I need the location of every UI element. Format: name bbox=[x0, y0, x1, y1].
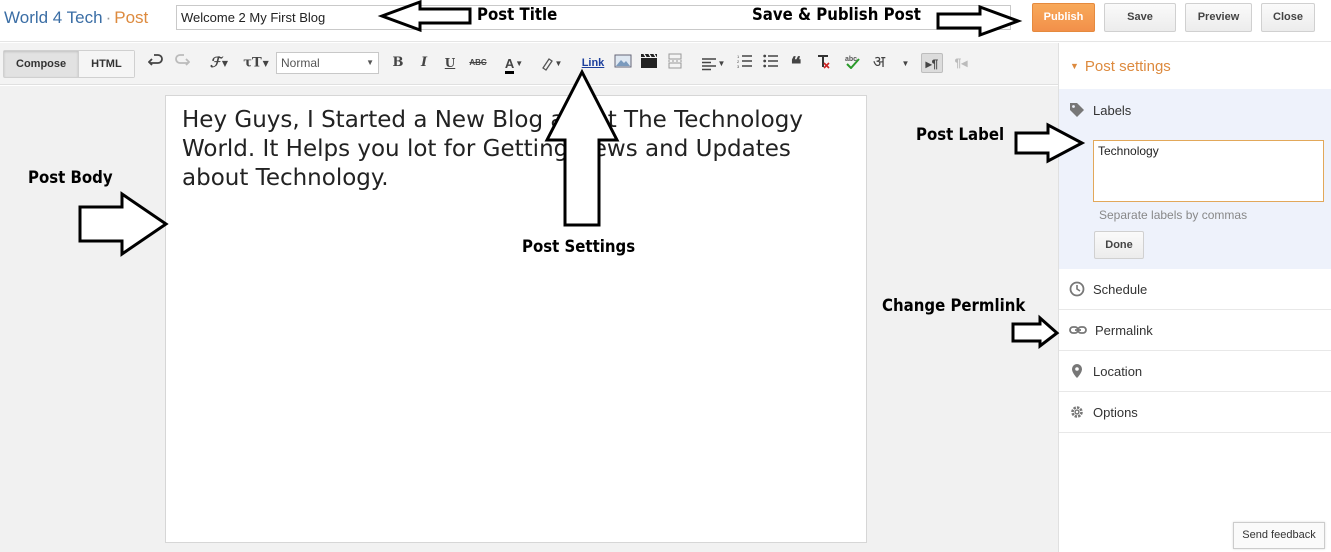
sidebar-item-location[interactable]: Location bbox=[1059, 351, 1331, 392]
annotation-post-body: Post Body bbox=[28, 168, 113, 188]
align-left-icon bbox=[701, 58, 716, 71]
clock-icon bbox=[1069, 281, 1085, 297]
format-select-value: Normal bbox=[281, 56, 320, 70]
transliteration-button[interactable]: अ bbox=[869, 53, 889, 73]
send-feedback-button[interactable]: Send feedback bbox=[1233, 522, 1325, 549]
undo-icon[interactable] bbox=[147, 53, 165, 73]
bullet-list-icon[interactable] bbox=[761, 53, 781, 73]
annotation-post-label: Post Label bbox=[916, 125, 1005, 145]
spellcheck-icon[interactable]: abc bbox=[843, 53, 863, 73]
post-body-editor[interactable]: Hey Guys, I Started a New Blog about The… bbox=[165, 95, 867, 543]
annotation-change-permlink: Change Permlink bbox=[882, 296, 1026, 316]
rtl-direction-button[interactable]: ¶◂ bbox=[950, 53, 972, 73]
font-size-icon[interactable]: τT▼ bbox=[241, 53, 271, 73]
tab-compose[interactable]: Compose bbox=[4, 51, 79, 77]
labels-done-button[interactable]: Done bbox=[1094, 231, 1144, 259]
tag-icon bbox=[1070, 103, 1084, 117]
sidebar-item-label: Schedule bbox=[1093, 281, 1148, 297]
editor-toolbar: Compose HTML ℱ▼ τT▼ Normal ▼ B I U ABC A… bbox=[0, 43, 1058, 85]
save-button[interactable]: Save bbox=[1104, 3, 1176, 32]
labels-title: Labels bbox=[1093, 102, 1132, 118]
jump-break-icon[interactable] bbox=[665, 53, 685, 73]
insert-image-icon[interactable] bbox=[613, 53, 633, 73]
editor-area: Hey Guys, I Started a New Blog about The… bbox=[0, 86, 1058, 552]
blog-name-link[interactable]: World 4 Tech bbox=[4, 8, 103, 27]
link-button[interactable]: Link bbox=[578, 53, 608, 73]
remove-formatting-icon[interactable] bbox=[813, 53, 833, 73]
transliteration-chevron-icon[interactable]: ▼ bbox=[898, 53, 912, 73]
paragraph-ltr-icon: ▸¶ bbox=[925, 57, 939, 71]
tab-html[interactable]: HTML bbox=[78, 51, 134, 77]
publish-button[interactable]: Publish bbox=[1032, 3, 1095, 32]
strikethrough-button[interactable]: ABC bbox=[467, 53, 489, 73]
labels-panel: Labels Technology Separate labels by com… bbox=[1059, 89, 1331, 269]
annotation-post-title: Post Title bbox=[477, 5, 558, 25]
sidebar-item-permalink[interactable]: Permalink bbox=[1059, 310, 1331, 351]
sidebar-item-label: Options bbox=[1093, 404, 1138, 420]
format-select[interactable]: Normal ▼ bbox=[276, 52, 379, 74]
post-body-text[interactable]: Hey Guys, I Started a New Blog about The… bbox=[166, 96, 866, 203]
preview-button[interactable]: Preview bbox=[1185, 3, 1252, 32]
ltr-direction-button[interactable]: ▸¶ bbox=[921, 53, 943, 73]
bold-button[interactable]: B bbox=[390, 53, 406, 73]
sidebar-item-options[interactable]: Options bbox=[1059, 392, 1331, 433]
text-color-icon: A bbox=[504, 57, 515, 74]
labels-input[interactable]: Technology bbox=[1093, 140, 1324, 202]
text-color-button[interactable]: A▼ bbox=[498, 53, 530, 74]
blog-breadcrumb: World 4 Tech · Post bbox=[4, 8, 148, 28]
paragraph-rtl-icon: ¶◂ bbox=[954, 56, 968, 70]
numbered-list-icon[interactable]: 123 bbox=[735, 53, 755, 73]
annotation-save-publish: Save & Publish Post bbox=[752, 5, 921, 25]
location-pin-icon bbox=[1072, 364, 1082, 378]
sidebar-item-label: Permalink bbox=[1095, 322, 1153, 338]
mode-tabs: Compose HTML bbox=[3, 50, 135, 78]
chevron-down-icon: ▼ bbox=[366, 58, 374, 67]
svg-text:3: 3 bbox=[737, 64, 740, 68]
close-button[interactable]: Close bbox=[1261, 3, 1315, 32]
italic-button[interactable]: I bbox=[416, 53, 432, 73]
font-family-icon[interactable]: ℱ▼ bbox=[204, 53, 234, 73]
annotation-post-settings: Post Settings bbox=[522, 237, 636, 257]
quote-icon[interactable]: ❝ bbox=[786, 53, 806, 76]
underline-button[interactable]: U bbox=[442, 53, 458, 73]
labels-row[interactable]: Labels bbox=[1069, 102, 1131, 118]
sidebar-item-label: Location bbox=[1093, 363, 1143, 379]
collapse-triangle-icon: ▼ bbox=[1070, 61, 1079, 71]
editor-header: World 4 Tech·Post Publish Save Preview C… bbox=[0, 0, 1331, 42]
post-settings-title: Post settings bbox=[1084, 58, 1171, 75]
link-icon bbox=[1069, 326, 1087, 334]
highlight-color-button[interactable]: ▼ bbox=[535, 53, 567, 73]
redo-icon[interactable] bbox=[173, 53, 191, 73]
highlighter-icon bbox=[541, 58, 553, 72]
section-label: Post bbox=[114, 8, 149, 27]
post-settings-sidebar: ▼ Post settings Labels Technology Separat… bbox=[1058, 43, 1331, 552]
breadcrumb-separator: · bbox=[105, 8, 112, 27]
labels-hint: Separate labels by commas bbox=[1099, 208, 1248, 222]
post-settings-header[interactable]: ▼ Post settings bbox=[1059, 43, 1331, 89]
sidebar-item-schedule[interactable]: Schedule bbox=[1059, 269, 1331, 310]
insert-video-icon[interactable] bbox=[639, 53, 659, 73]
align-button[interactable]: ▼ bbox=[698, 53, 728, 73]
gear-icon bbox=[1071, 406, 1083, 418]
